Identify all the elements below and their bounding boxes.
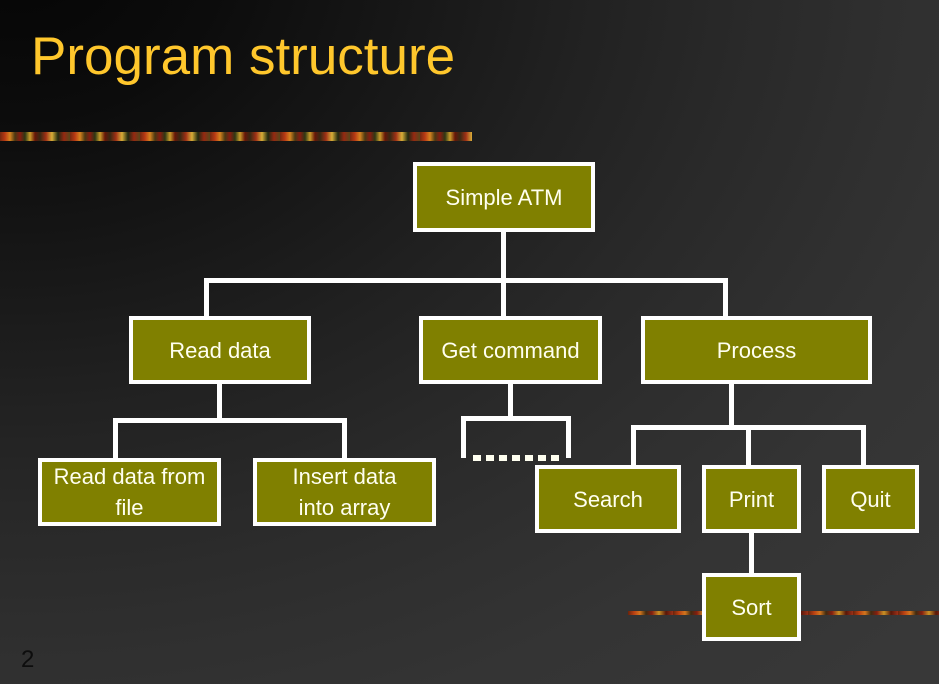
connector-level2-bus bbox=[204, 278, 728, 283]
node-search[interactable]: Search bbox=[535, 465, 681, 533]
connector-print-to-sort bbox=[749, 531, 754, 573]
connector-get-command-stem bbox=[508, 382, 513, 420]
connector-read-data-stem bbox=[217, 382, 222, 422]
node-read-data-from-file[interactable]: Read data from file bbox=[38, 458, 221, 526]
connector-process-stem bbox=[729, 382, 734, 426]
connector-to-process bbox=[723, 278, 728, 318]
node-process[interactable]: Process bbox=[641, 316, 872, 384]
connector-to-quit bbox=[861, 425, 866, 465]
page-number: 2 bbox=[21, 646, 35, 673]
connector-to-get-command bbox=[501, 278, 506, 318]
connector-to-search bbox=[631, 425, 636, 465]
node-quit[interactable]: Quit bbox=[822, 465, 919, 533]
connector-get-command-right-leg bbox=[566, 416, 571, 458]
node-read-data[interactable]: Read data bbox=[129, 316, 311, 384]
node-print[interactable]: Print bbox=[702, 465, 801, 533]
connector-read-data-bus bbox=[113, 418, 347, 423]
node-insert-data-into-array[interactable]: Insert data into array bbox=[253, 458, 436, 526]
connector-to-insert-data-into-array bbox=[342, 418, 347, 460]
connector-to-print bbox=[746, 425, 751, 465]
page-title: Program structure bbox=[31, 27, 456, 86]
connector-to-read-data bbox=[204, 278, 209, 318]
connector-get-command-bus bbox=[461, 416, 571, 421]
connector-get-command-left-leg bbox=[461, 416, 466, 458]
connector-to-read-data-from-file bbox=[113, 418, 118, 460]
node-sort[interactable]: Sort bbox=[702, 573, 801, 641]
connector-simple-atm-stem bbox=[501, 230, 506, 282]
node-get-command[interactable]: Get command bbox=[419, 316, 602, 384]
connector-dashed-placeholder bbox=[473, 455, 564, 461]
slide-canvas: Program structure Simple ATM Read data G… bbox=[0, 0, 939, 684]
decorative-band-top bbox=[0, 132, 472, 141]
node-simple-atm[interactable]: Simple ATM bbox=[413, 162, 595, 232]
